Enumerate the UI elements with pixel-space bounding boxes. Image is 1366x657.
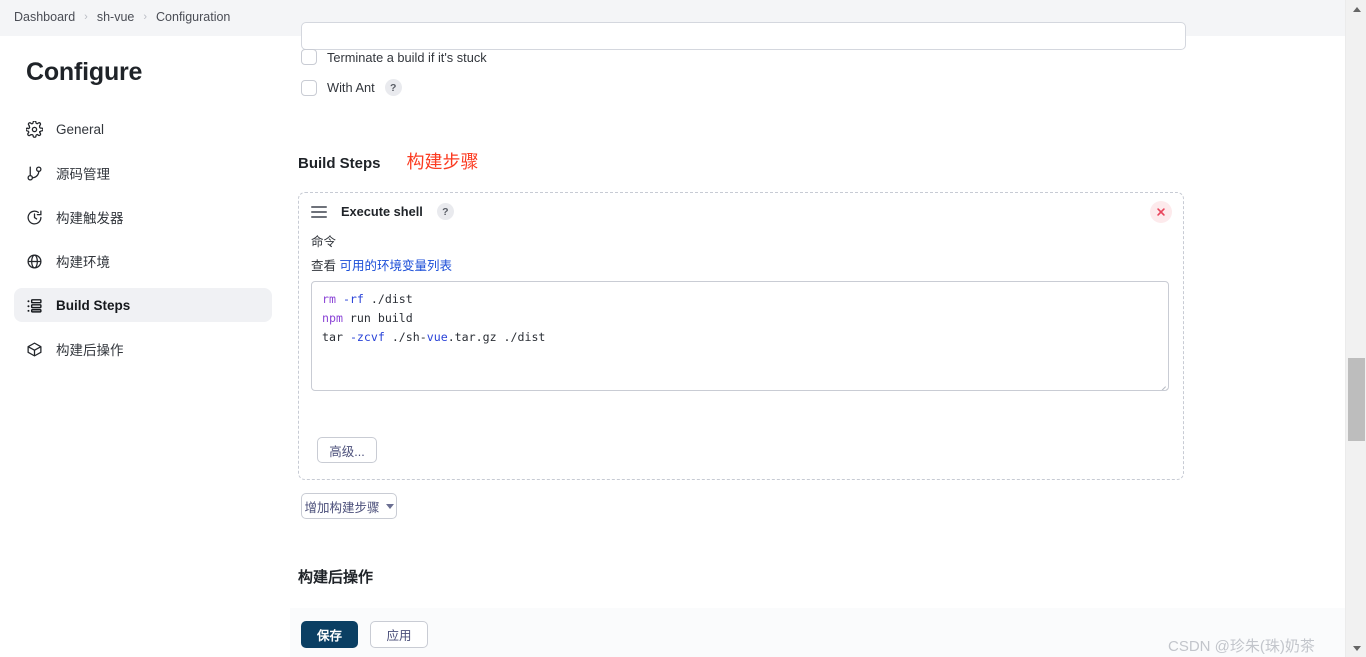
vertical-scrollbar[interactable] [1345, 0, 1366, 657]
sidebar-item-label: Build Steps [56, 297, 131, 313]
scroll-up-arrow-icon[interactable] [1346, 0, 1366, 18]
command-token: tar [322, 330, 343, 345]
page-title: Configure [26, 58, 143, 86]
page-root: Dashboard › sh-vue › Configuration Confi… [0, 0, 1366, 657]
post-build-heading: 构建后操作 [298, 569, 374, 586]
checkbox-row-with-ant[interactable]: With Ant ? [301, 79, 402, 96]
list-icon [26, 297, 43, 314]
command-field-label: 命令 [311, 235, 337, 249]
sidebar-item-post-build-actions[interactable]: 构建后操作 [14, 332, 272, 366]
annotation-text: 构建步骤 [406, 152, 479, 172]
command-token: .tar.gz ./dist [447, 330, 546, 345]
package-icon [26, 341, 43, 358]
add-build-step-label: 增加构建步骤 [304, 500, 380, 515]
command-token: rm [322, 292, 336, 306]
sidebar-item-build-environment[interactable]: 构建环境 [14, 244, 272, 278]
advanced-button[interactable]: 高级... [317, 437, 377, 463]
main-content: Terminate a build if it's stuck With Ant… [290, 22, 1345, 657]
command-token [343, 330, 350, 344]
env-variables-link[interactable]: 可用的环境变量列表 [340, 259, 453, 273]
checkbox-row-terminate-stuck-build[interactable]: Terminate a build if it's stuck [301, 49, 487, 65]
add-build-step-button[interactable]: 增加构建步骤 [301, 493, 397, 519]
scroll-down-arrow-icon[interactable] [1346, 639, 1366, 657]
env-hint-prefix: 查看 [311, 259, 337, 273]
build-step-title: Execute shell [341, 204, 423, 219]
sidebar-item-general[interactable]: General [14, 112, 272, 146]
build-step-panel: Execute shell ? 命令 查看 可用的环境变量列表 rm -rf .… [298, 192, 1184, 480]
breadcrumb-item-dashboard[interactable]: Dashboard [14, 10, 75, 24]
checkbox-label: With Ant [327, 80, 375, 95]
checkbox-label: Terminate a build if it's stuck [327, 49, 487, 65]
breadcrumb-item-project[interactable]: sh-vue [97, 10, 135, 24]
resize-handle-icon[interactable] [1155, 377, 1168, 390]
command-textarea[interactable]: rm -rf ./dist npm run build tar -zcvf ./sh… [311, 281, 1169, 391]
truncated-text-input[interactable] [301, 22, 1186, 50]
sidebar-item-label: 构建触发器 [56, 211, 124, 226]
command-content: rm -rf ./dist npm run build tar -zcvf ./sh… [322, 290, 1158, 348]
help-icon[interactable]: ? [384, 79, 402, 96]
command-token: ./sh- [384, 330, 427, 345]
help-icon[interactable]: ? [436, 203, 454, 220]
command-token: run build [342, 311, 413, 326]
breadcrumb-separator-icon: › [143, 11, 148, 23]
command-token: -rf [342, 292, 364, 306]
section-title: Build Steps [298, 155, 381, 172]
build-step-header: Execute shell ? [311, 203, 454, 220]
sidebar-nav: General 源码管理 构建触发器 构建环境 Build Steps 构建后操… [14, 112, 272, 376]
checkbox-input[interactable] [301, 49, 317, 65]
watermark: CSDN @珍朱(珠)奶茶 [1168, 638, 1315, 655]
close-icon [1157, 208, 1165, 216]
command-line: tar -zcvf ./sh-vue.tar.gz ./dist [322, 328, 1158, 347]
command-token: vue [426, 330, 448, 345]
drag-handle-icon[interactable] [311, 205, 327, 218]
save-button[interactable]: 保存 [301, 621, 358, 648]
sidebar-item-source-control[interactable]: 源码管理 [14, 156, 272, 190]
sidebar-item-label: General [56, 121, 105, 137]
apply-button[interactable]: 应用 [370, 621, 428, 648]
command-token: -zcvf [349, 330, 385, 345]
sidebar-item-build-steps[interactable]: Build Steps [14, 288, 272, 322]
sidebar: Configure General 源码管理 构建触发器 构建环境 Build … [0, 36, 290, 657]
sidebar-item-build-triggers[interactable]: 构建触发器 [14, 200, 272, 234]
breadcrumb-separator-icon: › [84, 11, 88, 23]
globe-icon [26, 253, 43, 270]
build-steps-heading: Build Steps 构建步骤 [298, 148, 479, 174]
checkbox-input[interactable] [301, 79, 317, 96]
gear-icon [26, 120, 43, 138]
env-variables-hint: 查看 可用的环境变量列表 [311, 255, 452, 274]
command-line: rm -rf ./dist [322, 290, 1158, 309]
chevron-down-icon [385, 503, 394, 509]
command-token: npm [322, 311, 343, 326]
breadcrumb-item-configuration[interactable]: Configuration [156, 10, 230, 24]
breadcrumb: Dashboard › sh-vue › Configuration [14, 10, 230, 24]
sidebar-item-label: 构建后操作 [56, 343, 124, 358]
git-branch-icon [26, 165, 43, 182]
command-token [336, 292, 343, 306]
sidebar-item-label: 源码管理 [56, 167, 110, 182]
sidebar-item-label: 构建环境 [56, 255, 110, 270]
scrollbar-thumb[interactable] [1348, 358, 1365, 441]
clock-icon [26, 209, 43, 226]
remove-step-button[interactable] [1150, 201, 1172, 223]
command-token: ./dist [363, 292, 413, 306]
command-line: npm run build [322, 309, 1158, 328]
